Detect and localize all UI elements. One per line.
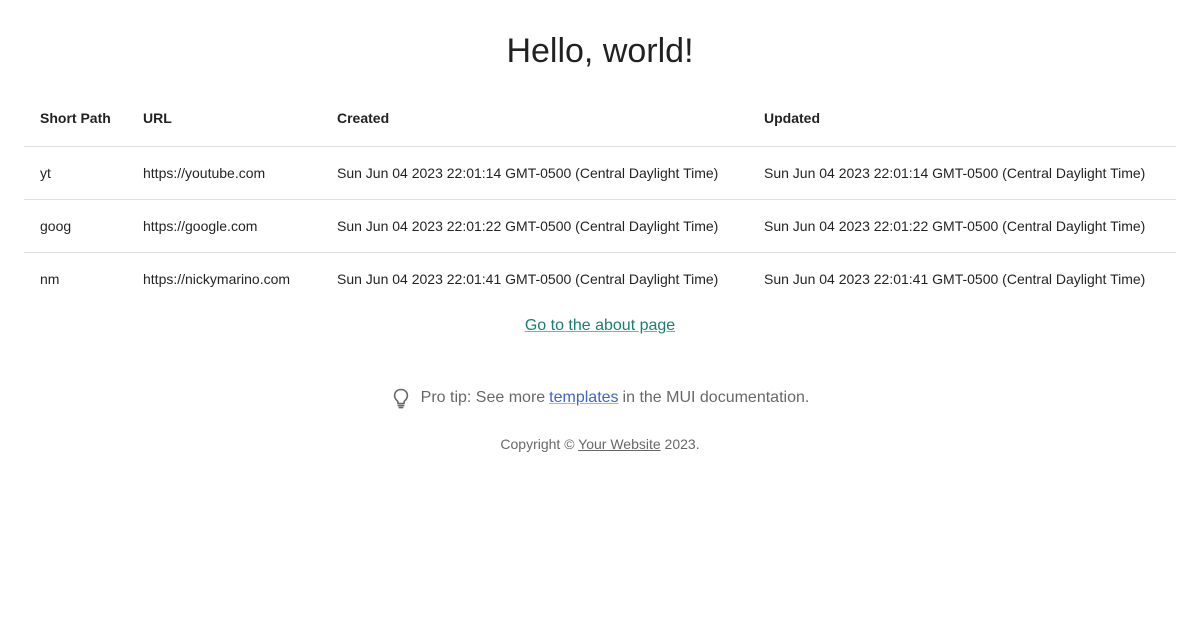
your-website-link[interactable]: Your Website [578,436,661,452]
column-header-short-path: Short Path [24,90,127,147]
lightbulb-icon [391,386,411,410]
cell-updated: Sun Jun 04 2023 22:01:41 GMT-0500 (Centr… [764,271,1146,287]
templates-link[interactable]: templates [549,386,618,410]
cell-url: https://nickymarino.com [143,271,291,287]
pro-tip-suffix: in the MUI documentation. [622,389,810,406]
cell-created: Sun Jun 04 2023 22:01:14 GMT-0500 (Centr… [321,146,748,200]
cell-created: Sun Jun 04 2023 22:01:41 GMT-0500 (Centr… [337,271,719,287]
table-row: yt https://youtube.com Sun Jun 04 2023 2… [24,146,1176,200]
copyright-prefix: Copyright © [500,436,575,452]
column-header-created: Created [321,90,748,147]
links-table: Short Path URL Created Updated yt https:… [24,90,1176,305]
table-row: goog https://google.com Sun Jun 04 2023 … [24,199,1176,253]
pro-tip: Pro tip: See more templates in the MUI d… [24,386,1176,410]
table-header-row: Short Path URL Created Updated [24,90,1176,147]
pro-tip-prefix: Pro tip: See more [420,389,546,406]
about-page-link[interactable]: Go to the about page [525,317,675,334]
cell-short-path: yt [24,146,127,200]
column-header-url: URL [127,90,321,147]
page-title: Hello, world! [506,32,694,70]
copyright: Copyright © Your Website 2023. [24,434,1176,454]
cell-url: https://google.com [127,199,321,253]
cell-short-path: goog [24,199,127,253]
main-container: Hello, world! Short Path URL Created Upd… [24,0,1176,454]
column-header-updated: Updated [748,90,1176,147]
table-header: Short Path URL Created Updated [24,90,1176,147]
table-row: nm https://nickymarino.com Sun Jun 04 20… [24,253,1176,306]
cell-updated: Sun Jun 04 2023 22:01:22 GMT-0500 (Centr… [748,199,1176,253]
cell-created: Sun Jun 04 2023 22:01:22 GMT-0500 (Centr… [321,199,748,253]
copyright-year: 2023. [664,436,700,452]
cell-url: https://youtube.com [127,146,321,200]
cell-updated: Sun Jun 04 2023 22:01:14 GMT-0500 (Centr… [748,146,1176,200]
about-link-wrapper: Go to the about page [24,314,1176,338]
table-body: yt https://youtube.com Sun Jun 04 2023 2… [24,146,1176,306]
cell-short-path: nm [40,271,60,287]
